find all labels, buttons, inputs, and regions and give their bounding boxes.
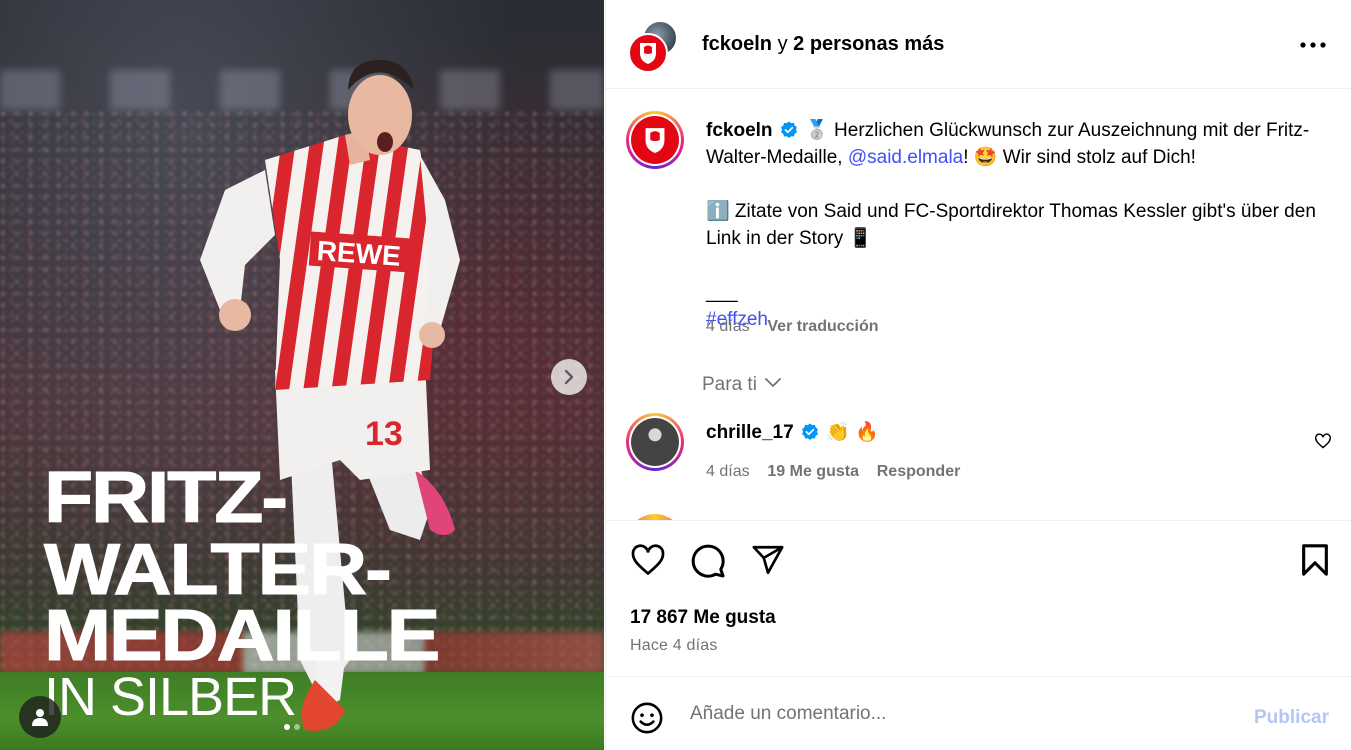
heart-icon [631,544,665,576]
caption-story-note: ℹ️ Zitate von Said und FC-Sportdirektor … [706,201,1316,249]
post-media: 13 REWE FRITZ- WALTER- MEDAILLE IN SILBE… [0,0,604,750]
chevron-down-icon [765,378,782,387]
medal-emoji: 🥈 [805,120,829,141]
author-avatar[interactable] [628,33,668,73]
caption-mention-link[interactable]: @said.elmala [848,147,963,168]
post-actions: 17 867 Me gusta Hace 4 días [606,520,1351,676]
smiley-icon [631,702,663,734]
jersey-sponsor: REWE [316,235,402,272]
caption-text-part-2: ! 🤩 Wir sind stolz auf Dich! [963,147,1196,168]
carousel-indicator [284,724,300,730]
commenter-username[interactable]: chrille_17 [706,422,794,443]
caption-meta: 4 días Ver traducción [706,318,879,336]
commenter-photo [631,418,679,466]
jersey-number: 13 [365,415,403,453]
caption-age[interactable]: 4 días [706,318,750,335]
club-logo-icon [640,43,656,64]
post-authors: fckoeln y 2 personas más [702,33,944,56]
comment-likes[interactable]: 19 Me gusta [767,463,859,480]
author-connector: y [777,33,788,55]
carousel-dot [294,724,300,730]
comment-like-button[interactable] [1314,433,1332,454]
more-options-button[interactable] [1298,34,1328,56]
verified-badge-icon [780,121,797,138]
comment-input[interactable] [690,699,1230,729]
commenter-avatar[interactable] [626,413,684,471]
post-caption: fckoeln 🥈 Herzlichen Glückwunsch zur Aus… [706,117,1326,333]
publish-button[interactable]: Publicar [1254,707,1329,729]
verified-badge-icon [802,423,818,440]
post-details-panel: fckoeln y 2 personas más fckoeln 🥈 Herzl… [605,0,1351,750]
comment-item: chrille_17 👏 🔥 [706,420,879,444]
post-like-count[interactable]: 17 867 Me gusta [630,607,776,629]
author-username[interactable]: fckoeln [702,33,772,55]
see-translation-button[interactable]: Ver traducción [767,318,878,335]
caption-username[interactable]: fckoeln [706,120,773,141]
emoji-picker-button[interactable] [630,701,664,740]
comment-sort-dropdown[interactable]: Para ti [702,374,782,396]
like-button[interactable] [630,543,666,582]
other-authors-link[interactable]: 2 personas más [793,33,944,55]
media-subtitle: IN SILBER [44,667,297,727]
speech-bubble-icon [691,544,725,578]
more-icon [1300,42,1326,48]
user-icon [32,709,48,726]
media-title-line-1: FRITZ- [43,458,288,538]
share-button[interactable] [750,543,786,582]
comment-sort-label: Para ti [702,374,757,395]
post-timestamp[interactable]: Hace 4 días [630,637,718,655]
carousel-next-button[interactable] [551,359,587,395]
bookmark-icon [1302,544,1328,576]
paper-plane-icon [752,545,784,575]
comment-button[interactable] [690,543,726,584]
caption-avatar[interactable] [626,111,684,169]
comment-body: 👏 🔥 [826,422,879,443]
comment-age[interactable]: 4 días [706,463,750,480]
caption-divider: ___ [706,282,738,303]
tagged-users-button[interactable] [19,696,61,738]
comment-meta: 4 días 19 Me gusta Responder [706,463,960,481]
media-title-line-3: MEDAILLE [43,596,441,676]
heart-icon [1315,433,1331,449]
add-comment-bar: Publicar [606,676,1351,750]
comment-reply-button[interactable]: Responder [877,463,961,480]
save-button[interactable] [1300,543,1330,582]
post-header: fckoeln y 2 personas más [606,0,1351,89]
carousel-dot-active [284,724,290,730]
chevron-right-icon [564,369,574,385]
club-logo-icon [645,128,665,153]
club-logo-avatar [631,116,679,164]
comments-section[interactable]: fckoeln 🥈 Herzlichen Glückwunsch zur Aus… [606,90,1351,520]
